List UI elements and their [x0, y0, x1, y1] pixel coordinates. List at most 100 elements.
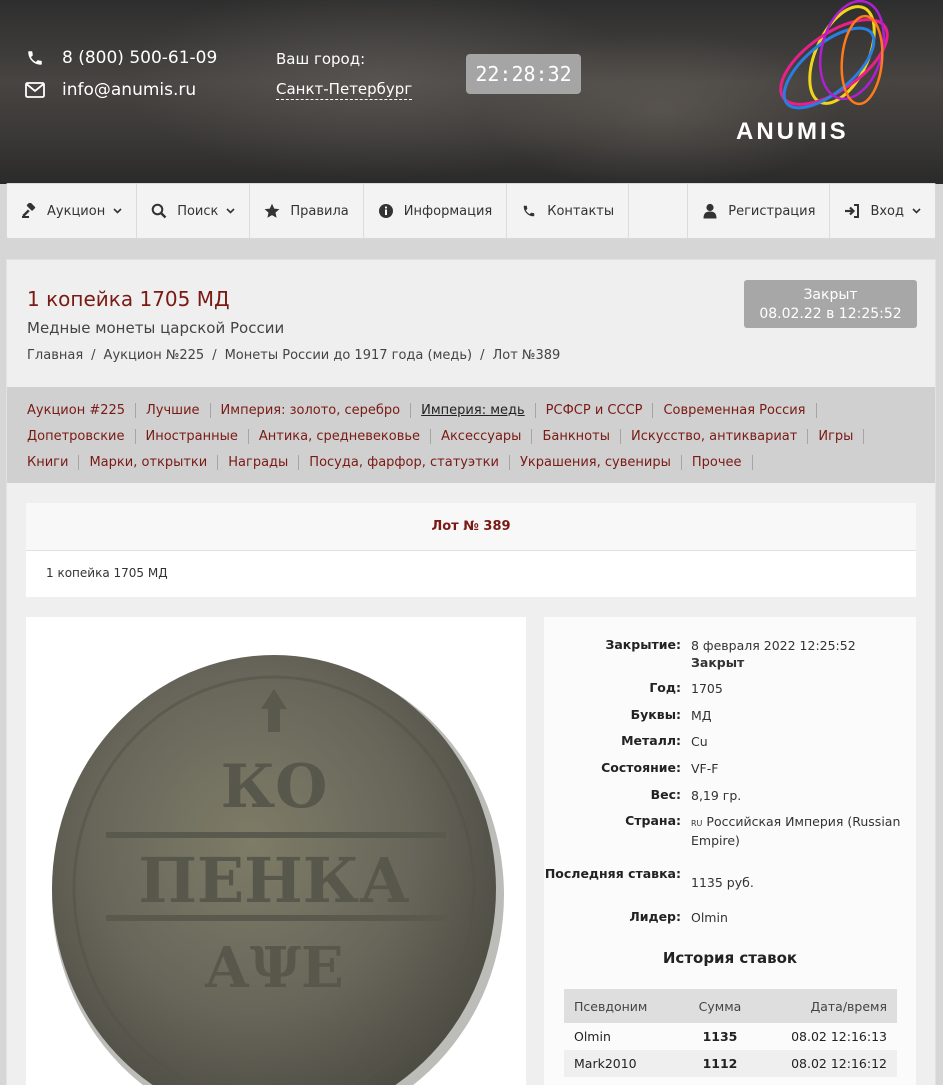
lot-description: 1 копейка 1705 МД — [26, 551, 916, 597]
breadcrumb: Главная / Аукцион №225 / Монеты России д… — [27, 348, 560, 363]
phone-contact[interactable]: 8 (800) 500-61-09 — [24, 47, 217, 69]
nav-rules[interactable]: Правила — [250, 184, 364, 238]
coin-text-line3: АΨЕ — [204, 935, 343, 1001]
detail-label: Лидер: — [629, 909, 681, 924]
phone-number: 8 (800) 500-61-09 — [62, 48, 218, 68]
chevron-down-icon — [226, 206, 235, 217]
detail-label: Закрытие: — [605, 637, 681, 652]
detail-label: Состояние: — [601, 760, 681, 775]
column-header: Сумма — [682, 989, 758, 1023]
detail-year: Год: 1705 — [544, 680, 916, 697]
detail-value: Olmin — [691, 910, 728, 925]
category-link[interactable]: Допетровские — [27, 428, 136, 444]
bid-nick: Mark2010 — [564, 1050, 682, 1077]
breadcrumb-separator: / — [212, 348, 217, 363]
category-link[interactable]: Банкноты — [532, 428, 621, 444]
server-clock: 22:28:32 — [466, 54, 581, 94]
category-link[interactable]: Награды — [218, 454, 300, 470]
nav-contacts-label: Контакты — [547, 203, 615, 219]
category-link[interactable]: Иностранные — [136, 428, 249, 444]
envelope-icon — [24, 79, 46, 101]
category-link-active[interactable]: Империя: медь — [411, 402, 536, 418]
category-bar: Аукцион #225 Лучшие Империя: золото, сер… — [7, 387, 935, 483]
bid-sum: 1135 — [702, 1029, 738, 1044]
category-link[interactable]: Марки, открытки — [79, 454, 219, 470]
bid-nick: Olmin — [574, 1029, 611, 1044]
detail-letters: Буквы: МД — [544, 707, 916, 724]
detail-label: Вес: — [650, 787, 681, 802]
page-title: 1 копейка 1705 МД — [27, 287, 230, 311]
category-row: Аукцион #225 Лучшие Империя: золото, сер… — [27, 397, 915, 423]
coin-text-line2: ПЕНКА — [138, 844, 409, 917]
nav-rules-label: Правила — [290, 203, 349, 219]
coin-text-line1: КО — [221, 752, 328, 822]
detail-leader: Лидер: Olmin — [544, 909, 916, 926]
category-link[interactable]: Книги — [27, 454, 80, 470]
nav-auction-label: Аукцион — [47, 203, 106, 219]
detail-last-bid: Последняя ставка: 1135 руб. — [544, 865, 916, 891]
search-icon — [151, 203, 167, 219]
chevron-down-icon — [912, 206, 921, 217]
nav-info-label: Информация — [403, 203, 493, 219]
breadcrumb-lot: Лот №389 — [492, 348, 561, 363]
phone-icon — [521, 203, 537, 219]
chevron-down-icon — [113, 206, 122, 217]
nav-auction[interactable]: Аукцион — [7, 184, 138, 238]
detail-metal: Металл: Cu — [544, 733, 916, 750]
detail-value: Российская Империя (Russian Empire) — [691, 814, 901, 848]
gavel-icon — [21, 203, 37, 219]
user-icon — [702, 203, 718, 219]
breadcrumb-home[interactable]: Главная — [27, 348, 83, 363]
category-link[interactable]: Современная Россия — [653, 402, 817, 418]
breadcrumb-auction[interactable]: Аукцион №225 — [104, 348, 205, 363]
status-badge: Закрыт 08.02.22 в 12:25:52 — [744, 280, 917, 328]
category-link[interactable]: Украшения, сувениры — [510, 454, 682, 470]
category-link[interactable]: Игры — [808, 428, 865, 444]
category-link[interactable]: Искусство, антиквариат — [621, 428, 809, 444]
nav-info[interactable]: Информация — [364, 184, 508, 238]
nav-register-label: Регистрация — [728, 203, 816, 219]
bid-sum: 1112 — [682, 1050, 758, 1077]
lot-page: 1 копейка 1705 МД Медные монеты царской … — [6, 259, 936, 1085]
table-row: Mark2010 1112 08.02 12:16:12 — [564, 1050, 897, 1077]
breadcrumb-separator: / — [91, 348, 96, 363]
info-circle-icon — [378, 203, 394, 219]
nav-login[interactable]: Вход — [830, 184, 935, 238]
bid-history-title: История ставок — [662, 949, 798, 967]
detail-value: VF-F — [691, 761, 719, 776]
bid-time: 08.02 12:16:12 — [758, 1050, 897, 1077]
category-link[interactable]: РСФСР и СССР — [536, 402, 654, 418]
category-link[interactable]: Империя: золото, серебро — [211, 402, 412, 418]
nav-register[interactable]: Регистрация — [688, 184, 831, 238]
category-link[interactable]: Прочее — [682, 454, 753, 470]
category-link[interactable]: Аксессуары — [431, 428, 533, 444]
category-link[interactable]: Антика, средневековье — [249, 428, 432, 444]
category-link[interactable]: Аукцион #225 — [27, 402, 137, 418]
logo-text: ANUMIS — [736, 118, 849, 145]
city-selector[interactable]: Санкт-Петербург — [276, 80, 413, 100]
phone-icon — [24, 47, 46, 69]
detail-label: Год: — [649, 680, 681, 695]
detail-label: Буквы: — [630, 707, 681, 722]
coin-image[interactable]: КО ПЕНКА АΨЕ — [26, 617, 526, 1085]
email-address: info@anumis.ru — [62, 80, 197, 100]
nav-search[interactable]: Поиск — [137, 184, 251, 238]
nav-login-label: Вход — [870, 203, 904, 219]
detail-value: Cu — [691, 734, 708, 749]
category-link[interactable]: Лучшие — [136, 402, 211, 418]
category-link[interactable]: Посуда, фарфор, статуэтки — [299, 454, 510, 470]
city-label: Ваш город: — [276, 50, 366, 68]
lot-number-header: Лот № 389 — [26, 503, 916, 551]
breadcrumb-category[interactable]: Монеты России до 1917 года (медь) — [225, 348, 473, 363]
main-navbar: Аукцион Поиск Правила Информация Контакт… — [6, 183, 936, 239]
nav-spacer — [629, 184, 689, 238]
lot-image-panel[interactable]: КО ПЕНКА АΨЕ — [26, 617, 526, 1085]
email-contact[interactable]: info@anumis.ru — [24, 79, 196, 101]
detail-weight: Вес: 8,19 гр. — [544, 787, 916, 804]
category-row: Допетровские Иностранные Антика, среднев… — [27, 423, 915, 449]
category-row: Книги Марки, открытки Награды Посуда, фа… — [27, 449, 915, 475]
detail-value: МД — [691, 708, 712, 723]
bid-time: 08.02 12:16:13 — [791, 1029, 887, 1044]
detail-country: Страна: RU Российская Империя (Russian Em… — [544, 813, 916, 849]
nav-contacts[interactable]: Контакты — [507, 184, 630, 238]
